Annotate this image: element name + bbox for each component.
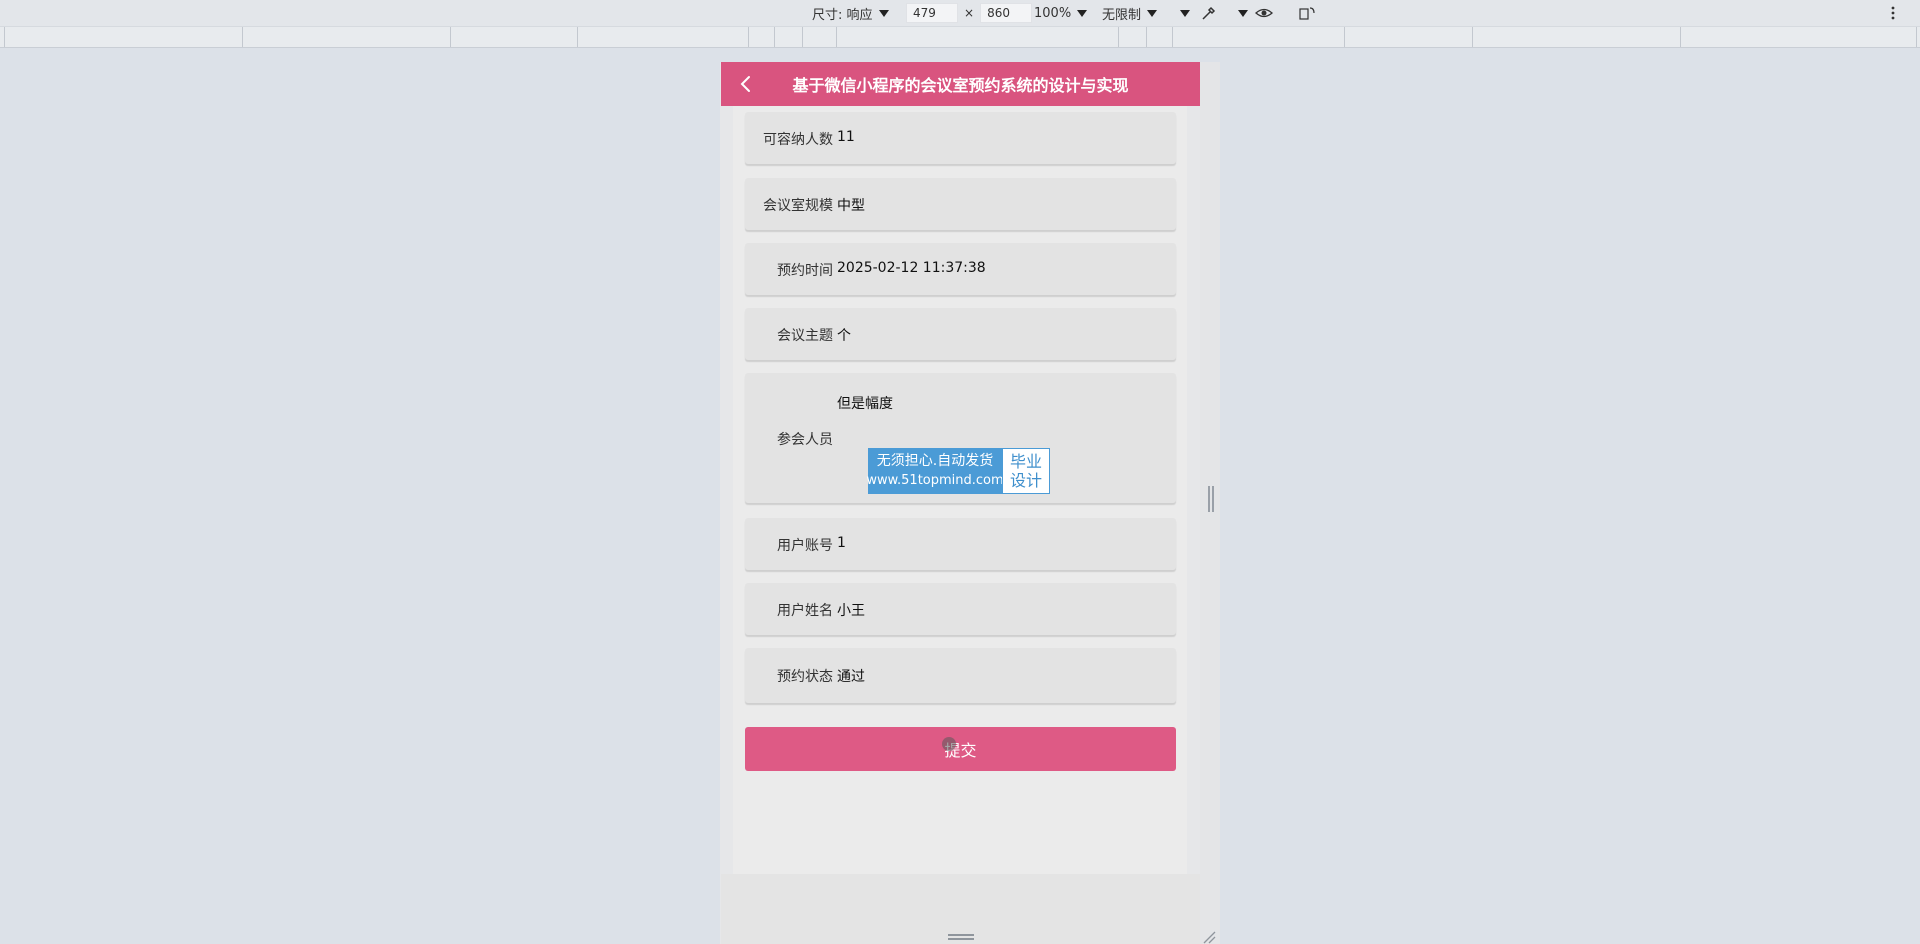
throttle-dropdown[interactable]: 无限制 [1102,0,1158,26]
watermark-badge: 无须担心.自动发货 www.51topmind.com 毕业 设计 [866,448,1050,494]
app-header: 基于微信小程序的会议室预约系统的设计与实现 [721,62,1200,106]
watermark-line1: 无须担心.自动发货 [876,453,994,469]
chevron-down-icon [878,9,889,17]
field-label: 用户姓名 [777,603,833,619]
chevron-down-icon [1147,9,1158,17]
throttle-label: 无限制 [1102,7,1142,23]
eye-icon [1255,8,1273,18]
field-label: 会议室规模 [763,198,833,214]
form-row-booking-time: 预约时间 2025-02-12 11:37:38 [745,243,1176,295]
booking-status-field[interactable]: 通过 [837,666,865,686]
watermark-badge-line1: 毕业 [1009,452,1042,471]
field-label: 可容纳人数 [763,132,833,148]
topic-field[interactable]: 个 [837,325,851,345]
resize-handle-horizontal[interactable] [948,934,974,940]
user-account-field[interactable]: 1 [837,535,846,551]
room-size-field[interactable]: 中型 [837,195,865,215]
form-row-topic: 会议主题 个 [745,308,1176,360]
zoom-label: 100% [1034,5,1072,21]
devtools-device-toolbar: 尺寸: 响应 479 × 860 100% 无限制 [0,0,1920,26]
chevron-down-icon [1180,9,1190,17]
width-input[interactable]: 479 [906,3,958,23]
form-row-user-name: 用户姓名 小王 [745,583,1176,635]
booking-time-field[interactable]: 2025-02-12 11:37:38 [837,260,986,276]
page-title: 基于微信小程序的会议室预约系统的设计与实现 [792,76,1129,95]
chevron-down-icon [1238,9,1248,17]
form-row-booking-status: 预约状态 通过 [745,648,1176,703]
zoom-dropdown[interactable]: 100% [1034,0,1088,26]
media-query-ruler[interactable] [0,26,1920,48]
form-row-user-account: 用户账号 1 [745,518,1176,570]
more-options-dropdown[interactable] [1180,0,1190,26]
times-sign: × [964,6,975,20]
watermark-url: www.51topmind.com [866,473,1004,488]
rotate-button[interactable] [1298,0,1316,26]
eyedropper-icon [1202,6,1216,20]
rotate-device-icon [1299,7,1315,20]
chevron-left-icon [740,76,750,92]
field-label: 会议主题 [777,328,833,344]
resize-corner-icon[interactable] [1202,930,1216,944]
touch-cursor [942,737,956,751]
capacity-field[interactable]: 11 [837,129,855,145]
vision-dropdown[interactable] [1238,0,1274,26]
form-row-capacity: 可容纳人数 11 [745,112,1176,164]
dimensions-dropdown[interactable]: 尺寸: 响应 [812,0,889,26]
dimensions-label: 尺寸: 响应 [812,7,873,23]
eyedropper-button[interactable] [1200,0,1218,26]
submit-button[interactable]: 提交 [745,727,1176,771]
chevron-down-icon [1077,9,1088,17]
field-label: 用户账号 [777,538,833,554]
back-button[interactable] [733,70,759,98]
resize-handle-vertical[interactable] [1208,486,1214,512]
field-label: 预约时间 [777,263,833,279]
user-name-field[interactable]: 小王 [837,600,865,620]
form-row-room-size: 会议室规模 中型 [745,178,1176,230]
watermark-badge-line2: 设计 [1009,471,1042,490]
kebab-icon [1891,6,1895,20]
height-input[interactable]: 860 [980,3,1033,23]
kebab-menu-button[interactable] [1890,0,1896,26]
attendees-textarea[interactable]: 但是幅度 [837,393,893,413]
field-label: 预约状态 [777,669,833,685]
field-label: 参会人员 [777,432,833,448]
